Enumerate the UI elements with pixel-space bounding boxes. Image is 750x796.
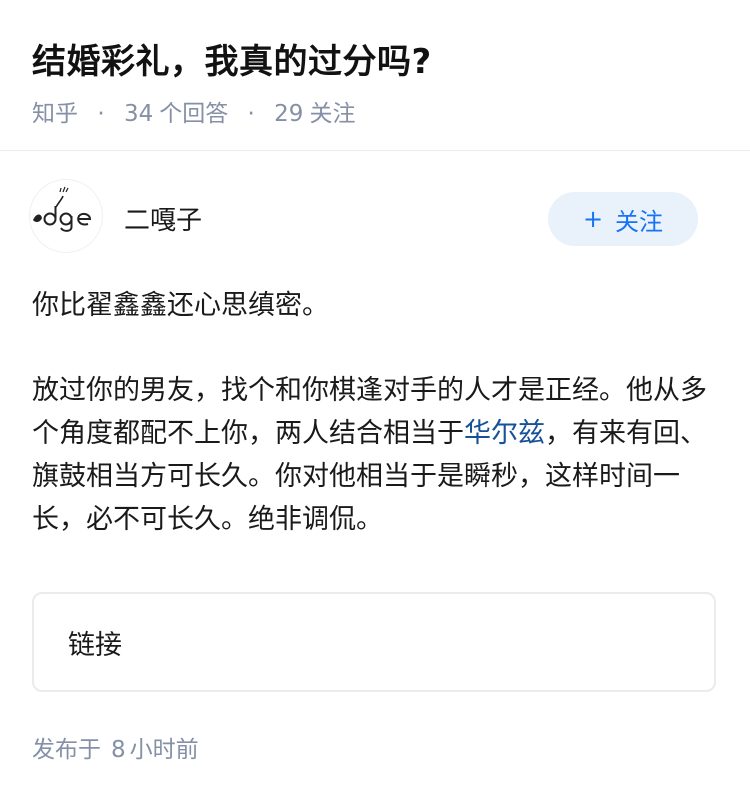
waltz-link[interactable]: 华尔兹 xyxy=(464,418,545,449)
link-card-label: 链接 xyxy=(68,629,122,661)
answer-content: 你比翟鑫鑫还心思缜密。 放过你的男友，找个和你棋逢对手的人才是正经。他从多个角度… xyxy=(32,284,722,541)
meta-separator: · xyxy=(97,101,105,127)
answers-count: 34 xyxy=(123,101,154,127)
edge-logo-avatar-icon xyxy=(33,186,92,232)
followers-count: 29 xyxy=(274,101,304,127)
publish-unit: 小时前 xyxy=(129,737,199,763)
follow-button-label: 关注 xyxy=(615,207,664,236)
link-card[interactable]: 链接 xyxy=(32,592,716,692)
answer-paragraph: 你比翟鑫鑫还心思缜密。 xyxy=(32,290,329,321)
header-divider xyxy=(0,150,750,151)
answers-label: 个回答 xyxy=(159,101,229,127)
answer-paragraph: 放过你的男友，找个和你棋逢对手的人才是正经。他从多个角度都配不上你，两人结合相当… xyxy=(32,369,722,541)
publish-number: 8 xyxy=(111,737,126,763)
source-label[interactable]: 知乎 xyxy=(32,101,78,127)
publish-time: 发布于 8 小时前 xyxy=(32,730,199,764)
answer-page: 结婚彩礼，我真的过分吗? 知乎 · 34 个回答 · 29 关注 二嘎子 + 关注 … xyxy=(0,0,750,796)
followers-count-link[interactable]: 29 关注 xyxy=(274,101,355,127)
followers-label: 关注 xyxy=(309,101,356,127)
publish-prefix: 发布于 xyxy=(32,737,101,763)
question-title[interactable]: 结婚彩礼，我真的过分吗? xyxy=(32,34,432,83)
follow-button[interactable]: + 关注 xyxy=(548,192,698,246)
question-meta: 知乎 · 34 个回答 · 29 关注 xyxy=(32,94,355,128)
answers-count-link[interactable]: 34 个回答 xyxy=(124,101,228,127)
author-avatar[interactable] xyxy=(30,180,102,252)
author-name[interactable]: 二嘎子 xyxy=(124,200,202,237)
plus-icon: + xyxy=(582,205,604,233)
meta-separator: · xyxy=(247,101,255,127)
